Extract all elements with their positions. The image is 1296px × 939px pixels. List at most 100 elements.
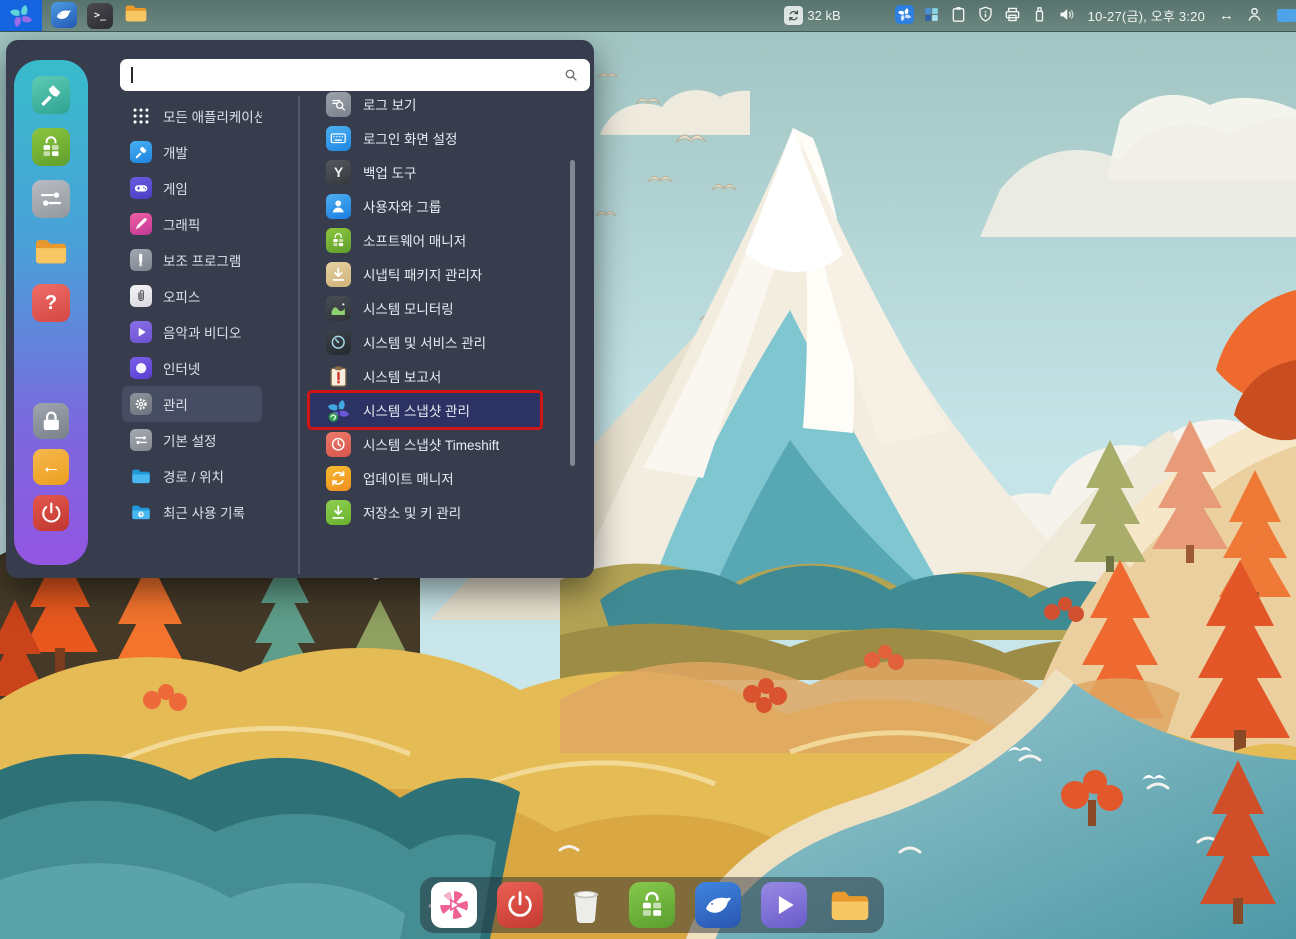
users-groups-icon xyxy=(326,194,351,219)
files-launcher[interactable] xyxy=(123,0,149,31)
app-system-monitoring-label: 시스템 모니터링 xyxy=(363,298,454,318)
clock[interactable]: 10-27(금), 오후 3:20 xyxy=(1088,6,1205,25)
app-timeshift-label: 시스템 스냅샷 Timeshift xyxy=(363,434,499,454)
category-administration[interactable]: 관리 xyxy=(122,386,262,422)
app-system-report[interactable]: 시스템 보고서 xyxy=(312,359,546,393)
dock-media-player[interactable] xyxy=(761,882,807,928)
system-services-gauge-icon xyxy=(326,330,351,355)
show-desktop-button[interactable] xyxy=(1277,9,1296,22)
software-manager-icon xyxy=(32,128,70,166)
sidebar-shutdown-button[interactable] xyxy=(33,495,69,531)
category-games[interactable]: 게임 xyxy=(122,170,262,206)
dock xyxy=(420,877,884,933)
places-folder-icon xyxy=(130,465,152,487)
sidebar-software-manager-button[interactable] xyxy=(32,128,70,166)
terminal-launcher[interactable]: >_ xyxy=(87,3,113,29)
recent-folder-icon xyxy=(130,501,152,523)
terminal-icon: >_ xyxy=(87,3,113,29)
dock-whale-browser[interactable] xyxy=(695,882,741,928)
category-games-label: 게임 xyxy=(163,178,188,198)
top-panel: >_ 32 kB 10-27(금), 오후 3:20 ↔ xyxy=(0,0,1296,32)
app-synaptic-label: 시냅틱 패키지 관리자 xyxy=(363,264,482,284)
category-preferences[interactable]: 기본 설정 xyxy=(122,422,262,458)
search-input[interactable] xyxy=(133,66,564,84)
hamonikr-agent-applet[interactable] xyxy=(895,5,914,25)
app-backup-tool[interactable]: Y백업 도구 xyxy=(312,155,546,189)
user-applet[interactable] xyxy=(1245,5,1264,27)
category-office-label: 오피스 xyxy=(163,286,200,306)
sidebar-help-button[interactable]: ? xyxy=(32,284,70,322)
sidebar-logout-button[interactable]: ← xyxy=(33,449,69,485)
help-icon: ? xyxy=(32,284,70,322)
software-manager-icon xyxy=(629,882,675,928)
hamonikr-agent-icon xyxy=(895,5,914,24)
input-method-applet[interactable] xyxy=(922,5,941,27)
sidebar-lock-button[interactable] xyxy=(33,403,69,439)
app-timeshift[interactable]: 시스템 스냅샷 Timeshift xyxy=(312,427,546,461)
category-graphics-label: 그래픽 xyxy=(163,214,200,234)
accessories-icon xyxy=(130,249,152,271)
login-screen-icon xyxy=(326,126,351,151)
app-repos-keys[interactable]: 저장소 및 키 관리 xyxy=(312,495,546,529)
app-list-scrollbar[interactable] xyxy=(570,160,575,466)
pinwheel-media-icon xyxy=(431,882,477,928)
sidebar-community-button[interactable] xyxy=(32,76,70,114)
dock-power[interactable] xyxy=(497,882,543,928)
category-internet[interactable]: 인터넷 xyxy=(122,350,262,386)
app-log-viewer[interactable]: 로그 보기 xyxy=(312,87,546,121)
tray-icons xyxy=(895,5,1076,27)
sync-icon xyxy=(784,6,803,25)
menu-button[interactable] xyxy=(0,0,42,31)
internet-globe-icon xyxy=(130,357,152,379)
clipboard-applet[interactable] xyxy=(949,5,968,27)
category-graphics[interactable]: 그래픽 xyxy=(122,206,262,242)
synaptic-icon xyxy=(326,262,351,287)
app-update-manager[interactable]: 업데이트 매니저 xyxy=(312,461,546,495)
app-software-manager[interactable]: 소프트웨어 매니저 xyxy=(312,223,546,257)
panel-launchers: >_ xyxy=(51,0,149,31)
printer-applet[interactable] xyxy=(1003,5,1022,27)
menu-sidebar: ?← xyxy=(14,60,88,565)
power-icon xyxy=(33,495,69,531)
category-recent[interactable]: 최근 사용 기록 xyxy=(122,494,262,530)
app-system-services-label: 시스템 및 서비스 관리 xyxy=(363,332,486,352)
whale-icon xyxy=(695,882,741,928)
software-manager-icon xyxy=(326,228,351,253)
games-gamepad-icon xyxy=(130,177,152,199)
dock-files[interactable] xyxy=(827,882,873,928)
volume-applet[interactable] xyxy=(1057,5,1076,27)
logout-arrow-icon: ← xyxy=(33,449,69,485)
removable-drive-applet[interactable] xyxy=(1030,5,1049,27)
dock-software-manager[interactable] xyxy=(629,882,675,928)
clipboard-icon xyxy=(949,5,968,24)
security-shield-applet[interactable] xyxy=(976,5,995,27)
repos-keys-icon xyxy=(326,500,351,525)
app-system-report-label: 시스템 보고서 xyxy=(363,366,441,386)
app-login-screen-settings-label: 로그인 화면 설정 xyxy=(363,128,457,148)
whale-browser-launcher[interactable] xyxy=(51,2,77,30)
development-hammer-icon xyxy=(130,141,152,163)
dock-media-candy[interactable] xyxy=(431,882,477,928)
whale-icon xyxy=(51,2,77,28)
dock-trash[interactable] xyxy=(563,882,609,928)
category-sound-video[interactable]: 음악과 비디오 xyxy=(122,314,262,350)
category-places[interactable]: 경로 / 위치 xyxy=(122,458,262,494)
app-repos-keys-label: 저장소 및 키 관리 xyxy=(363,502,461,522)
sidebar-settings-button[interactable] xyxy=(32,180,70,218)
app-system-monitoring[interactable]: 시스템 모니터링 xyxy=(312,291,546,325)
network-speed-applet[interactable]: 32 kB xyxy=(784,6,840,25)
app-synaptic[interactable]: 시냅틱 패키지 관리자 xyxy=(312,257,546,291)
app-system-snapshot[interactable]: 시스템 스냅샷 관리 xyxy=(310,393,540,427)
category-accessories[interactable]: 보조 프로그램 xyxy=(122,242,262,278)
sidebar-files-button[interactable] xyxy=(32,232,70,270)
category-all-apps[interactable]: 모든 애플리케이션 xyxy=(122,98,262,134)
sound-video-play-icon xyxy=(130,321,152,343)
category-office[interactable]: 오피스 xyxy=(122,278,262,314)
app-system-services[interactable]: 시스템 및 서비스 관리 xyxy=(312,325,546,359)
folder-icon xyxy=(827,882,873,928)
app-login-screen-settings[interactable]: 로그인 화면 설정 xyxy=(312,121,546,155)
network-arrows-applet[interactable]: ↔ xyxy=(1217,6,1236,25)
app-users-groups[interactable]: 사용자와 그룹 xyxy=(312,189,546,223)
category-development[interactable]: 개발 xyxy=(122,134,262,170)
category-administration-label: 관리 xyxy=(163,394,188,414)
